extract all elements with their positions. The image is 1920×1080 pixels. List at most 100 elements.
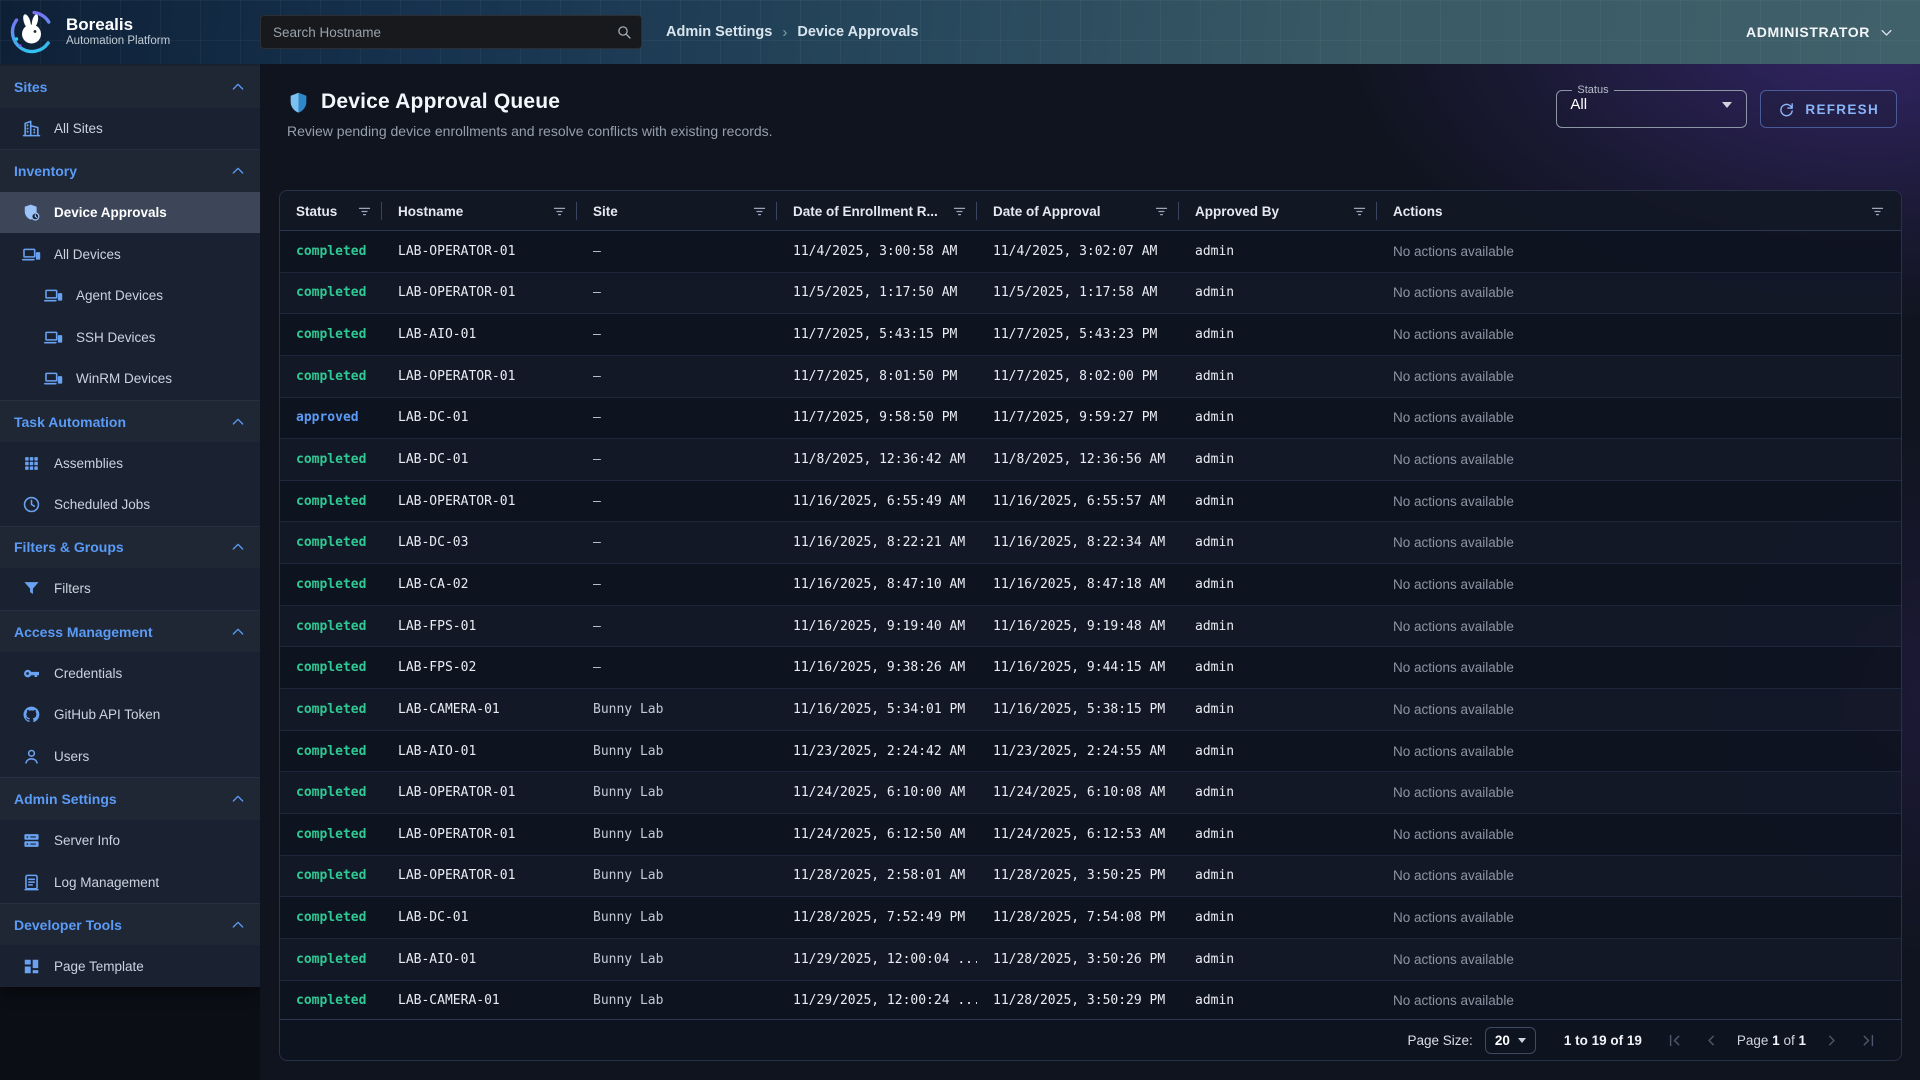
- sidebar-section-header-inventory[interactable]: Inventory: [0, 150, 260, 192]
- sidebar-section-inventory: Inventory Device Approvals All DevicesAgen…: [0, 149, 260, 400]
- cell-site: —: [577, 244, 777, 259]
- column-header-site[interactable]: Site: [577, 191, 777, 231]
- filter-icon[interactable]: [552, 204, 567, 219]
- sidebar-section-header-filters-groups[interactable]: Filters & Groups: [0, 527, 260, 569]
- sidebar-item-server-info[interactable]: Server Info: [0, 820, 260, 862]
- sidebar-section-header-task-automation[interactable]: Task Automation: [0, 401, 260, 443]
- column-header-hostname[interactable]: Hostname: [382, 191, 577, 231]
- status-filter-select[interactable]: Status All: [1556, 84, 1747, 128]
- sidebar-item-label: Device Approvals: [54, 205, 167, 220]
- table-row[interactable]: completedLAB-CA-02—11/16/2025, 8:47:10 A…: [280, 564, 1901, 606]
- cell-status: completed: [280, 785, 382, 800]
- sidebar-item-users[interactable]: Users: [0, 736, 260, 778]
- sidebar-item-credentials[interactable]: Credentials: [0, 652, 260, 694]
- column-header-actions[interactable]: Actions: [1377, 191, 1901, 231]
- column-header-date-of-enrollment-r[interactable]: Date of Enrollment R...: [777, 191, 977, 231]
- column-header-date-of-approval[interactable]: Date of Approval: [977, 191, 1179, 231]
- sidebar-item-all-devices[interactable]: All Devices: [0, 233, 260, 275]
- sidebar-section-header-admin-settings[interactable]: Admin Settings: [0, 778, 260, 820]
- cell-enrollment-date: 11/7/2025, 9:58:50 PM: [777, 410, 977, 425]
- sidebar-item-label: Filters: [54, 581, 91, 596]
- refresh-button[interactable]: REFRESH: [1760, 90, 1897, 128]
- cell-approval-date: 11/4/2025, 3:02:07 AM: [977, 244, 1179, 259]
- user-menu-label: ADMINISTRATOR: [1746, 24, 1870, 40]
- table-row[interactable]: completedLAB-OPERATOR-01—11/4/2025, 3:00…: [280, 231, 1901, 273]
- brand: Borealis Automation Platform: [0, 8, 260, 56]
- last-page-icon[interactable]: [1860, 1032, 1877, 1049]
- table-row[interactable]: completedLAB-OPERATOR-01—11/7/2025, 8:01…: [280, 356, 1901, 398]
- cell-approved-by: admin: [1179, 993, 1377, 1008]
- sidebar-item-assemblies[interactable]: Assemblies: [0, 442, 260, 484]
- cell-approved-by: admin: [1179, 452, 1377, 467]
- sidebar-section-header-access-management[interactable]: Access Management: [0, 611, 260, 653]
- next-page-icon[interactable]: [1823, 1032, 1840, 1049]
- column-header-status[interactable]: Status: [280, 191, 382, 231]
- user-menu[interactable]: ADMINISTRATOR: [1746, 24, 1894, 40]
- table-row[interactable]: completedLAB-AIO-01Bunny Lab11/23/2025, …: [280, 731, 1901, 773]
- table-row[interactable]: completedLAB-DC-01Bunny Lab11/28/2025, 7…: [280, 897, 1901, 939]
- cell-status: completed: [280, 619, 382, 634]
- chevron-up-icon: [230, 79, 246, 95]
- table-row[interactable]: completedLAB-FPS-01—11/16/2025, 9:19:40 …: [280, 606, 1901, 648]
- filter-icon[interactable]: [1870, 204, 1885, 219]
- cell-enrollment-date: 11/16/2025, 9:38:26 AM: [777, 660, 977, 675]
- cell-status: completed: [280, 827, 382, 842]
- cell-status: completed: [280, 702, 382, 717]
- table-row[interactable]: completedLAB-CAMERA-01Bunny Lab11/16/202…: [280, 689, 1901, 731]
- sidebar-section-header-sites[interactable]: Sites: [0, 66, 260, 108]
- sidebar-item-log-management[interactable]: Log Management: [0, 861, 260, 903]
- breadcrumb-admin-settings[interactable]: Admin Settings: [666, 24, 772, 40]
- table-row[interactable]: completedLAB-AIO-01—11/7/2025, 5:43:15 P…: [280, 314, 1901, 356]
- column-header-approved-by[interactable]: Approved By: [1179, 191, 1377, 231]
- table-row[interactable]: completedLAB-FPS-02—11/16/2025, 9:38:26 …: [280, 647, 1901, 689]
- chevron-up-icon: [230, 163, 246, 179]
- table-row[interactable]: completedLAB-OPERATOR-01—11/16/2025, 6:5…: [280, 481, 1901, 523]
- column-label: Actions: [1393, 204, 1443, 219]
- table-body: completedLAB-OPERATOR-01—11/4/2025, 3:00…: [280, 231, 1901, 1019]
- sidebar-item-scheduled-jobs[interactable]: Scheduled Jobs: [0, 484, 260, 526]
- cell-approval-date: 11/28/2025, 3:50:29 PM: [977, 993, 1179, 1008]
- page-size-select[interactable]: 20: [1485, 1027, 1536, 1054]
- cell-hostname: LAB-DC-01: [382, 452, 577, 467]
- grid-icon: [22, 454, 41, 473]
- sidebar-item-ssh-devices[interactable]: SSH Devices: [0, 317, 260, 359]
- table-row[interactable]: completedLAB-DC-03—11/16/2025, 8:22:21 A…: [280, 522, 1901, 564]
- breadcrumb-device-approvals[interactable]: Device Approvals: [797, 24, 918, 40]
- sidebar-item-filters[interactable]: Filters: [0, 568, 260, 610]
- sidebar-item-label: Scheduled Jobs: [54, 497, 150, 512]
- sidebar-section-task-automation: Task AutomationAssemblies Scheduled Jobs: [0, 400, 260, 526]
- sidebar-item-page-template[interactable]: Page Template: [0, 945, 260, 987]
- filter-icon[interactable]: [952, 204, 967, 219]
- table-row[interactable]: completedLAB-CAMERA-01Bunny Lab11/29/202…: [280, 981, 1901, 1019]
- sidebar-item-device-approvals[interactable]: Device Approvals: [0, 192, 260, 234]
- filter-icon[interactable]: [752, 204, 767, 219]
- search-input[interactable]: [260, 15, 642, 49]
- cell-hostname: LAB-AIO-01: [382, 327, 577, 342]
- table-row[interactable]: completedLAB-AIO-01Bunny Lab11/29/2025, …: [280, 939, 1901, 981]
- sidebar-item-winrm-devices[interactable]: WinRM Devices: [0, 358, 260, 400]
- cell-actions: No actions available: [1377, 785, 1901, 800]
- filter-icon[interactable]: [1154, 204, 1169, 219]
- cell-actions: No actions available: [1377, 327, 1901, 342]
- sidebar-item-github-api-token[interactable]: GitHub API Token: [0, 694, 260, 736]
- table-row[interactable]: completedLAB-DC-01—11/8/2025, 12:36:42 A…: [280, 439, 1901, 481]
- table-row[interactable]: completedLAB-OPERATOR-01Bunny Lab11/24/2…: [280, 772, 1901, 814]
- sidebar-section-header-developer-tools[interactable]: Developer Tools: [0, 904, 260, 946]
- table-row[interactable]: completedLAB-OPERATOR-01—11/5/2025, 1:17…: [280, 273, 1901, 315]
- table-row[interactable]: completedLAB-OPERATOR-01Bunny Lab11/24/2…: [280, 814, 1901, 856]
- cell-approval-date: 11/7/2025, 8:02:00 PM: [977, 369, 1179, 384]
- cell-enrollment-date: 11/28/2025, 2:58:01 AM: [777, 868, 977, 883]
- cell-status: completed: [280, 244, 382, 259]
- breadcrumb-separator: ›: [782, 24, 787, 41]
- first-page-icon[interactable]: [1666, 1032, 1683, 1049]
- table-row[interactable]: approvedLAB-DC-01—11/7/2025, 9:58:50 PM1…: [280, 398, 1901, 440]
- cell-site: —: [577, 494, 777, 509]
- sidebar-item-all-sites[interactable]: All Sites: [0, 108, 260, 150]
- previous-page-icon[interactable]: [1703, 1032, 1720, 1049]
- cell-status: completed: [280, 868, 382, 883]
- table-row[interactable]: completedLAB-OPERATOR-01Bunny Lab11/28/2…: [280, 856, 1901, 898]
- filter-icon[interactable]: [357, 204, 372, 219]
- sidebar-item-agent-devices[interactable]: Agent Devices: [0, 275, 260, 317]
- filter-icon[interactable]: [1352, 204, 1367, 219]
- chevron-up-icon: [230, 917, 246, 933]
